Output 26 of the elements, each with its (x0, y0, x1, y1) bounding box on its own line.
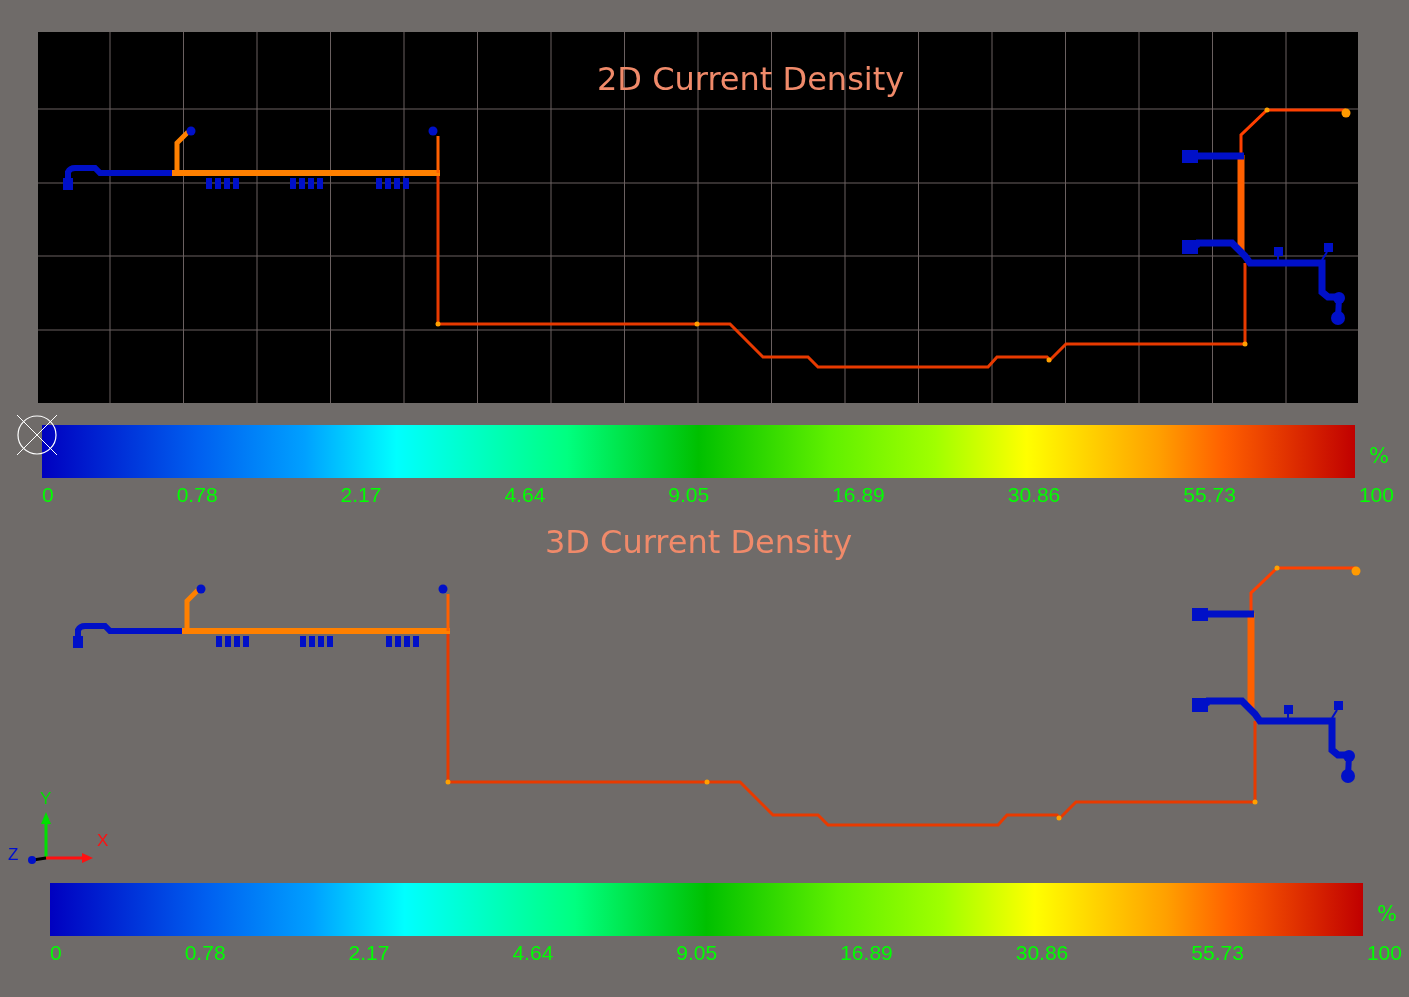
scale-tick-label: 16.89 (840, 941, 893, 966)
scale-tick-label: 30.86 (1007, 483, 1061, 507)
axis-label: Y (40, 789, 52, 810)
scale-tick-label: 30.86 (1015, 941, 1069, 966)
scale-tick-label: 100 (1358, 483, 1394, 507)
scale-tick-label: 0 (42, 483, 54, 507)
scale-tick-label: 4.64 (504, 483, 546, 507)
axis-label: X (97, 831, 109, 852)
crossed-circle-icon (16, 414, 58, 456)
scale-tick-label: 9.05 (676, 941, 718, 966)
chart-title: 2D Current Density (597, 60, 905, 98)
scale-tick-label: 2.17 (348, 941, 390, 966)
scale-tick-label: 55.73 (1191, 941, 1244, 966)
scale-tick-label: 0.78 (176, 483, 218, 507)
scale-tick-label: 100 (1366, 941, 1402, 966)
unit-label: % (1377, 901, 1397, 926)
scale-tick-label: 4.64 (512, 941, 554, 966)
scale-tick-label: 0 (50, 941, 62, 966)
scale-tick-label: 16.89 (832, 483, 885, 507)
scale-tick-label: 2.17 (340, 483, 382, 507)
scale-tick-label: 0.78 (184, 941, 226, 966)
chart-title: 3D Current Density (544, 523, 853, 562)
scale-tick-label: 9.05 (668, 483, 710, 507)
unit-label: % (1369, 443, 1389, 468)
scale-tick-label: 55.73 (1183, 483, 1236, 507)
axis-label: Z (8, 845, 19, 866)
